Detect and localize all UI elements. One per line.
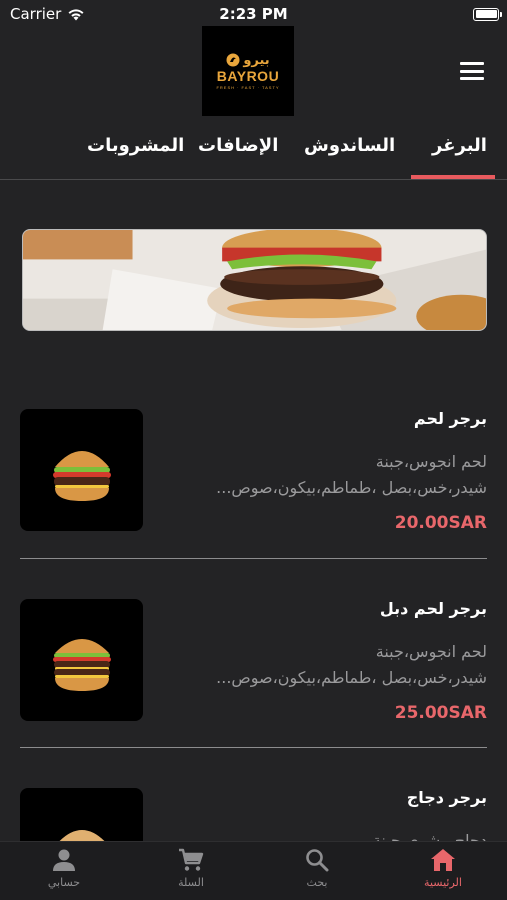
nav-home-label: الرئيسية [424, 876, 462, 889]
promo-banner[interactable] [22, 229, 487, 331]
product-price: 25.00SAR [394, 703, 487, 723]
home-icon [431, 849, 455, 871]
logo-arabic-text: بيرو [243, 52, 270, 68]
tab-sandwich[interactable]: الساندوش [304, 135, 395, 156]
nav-search-label: بحث [306, 876, 328, 889]
product-name: برجر لحم [413, 409, 487, 428]
product-card[interactable]: برجر لحم دبل لحم انجوس،جبنة شيدر،خس،بصل … [20, 599, 487, 723]
product-description-line: دجاج مشوي،جبنة [372, 831, 487, 841]
hamburger-menu-icon[interactable] [460, 62, 484, 80]
bottom-navigation: الرئيسية بحث السلة حسابي [0, 841, 507, 900]
nav-search[interactable]: بحث [267, 848, 367, 889]
tab-drinks[interactable]: المشروبات [87, 135, 184, 156]
product-image [20, 788, 143, 841]
logo-brand-text: BAYROU [216, 67, 280, 84]
nav-account[interactable]: حسابي [14, 848, 114, 889]
nav-cart[interactable]: السلة [141, 848, 241, 889]
burger-icon [52, 451, 111, 501]
product-card[interactable]: برجر دجاج دجاج مشوي،جبنة [20, 788, 487, 841]
product-description-line: شيدر،خس،بصل ،طماطم،بيكون،صوص... [216, 478, 487, 497]
product-description-line: لحم انجوس،جبنة [375, 452, 487, 471]
active-tab-indicator [411, 175, 495, 179]
category-tabs: البرغر الساندوش الإضافات المشروبات [0, 128, 507, 180]
nav-cart-label: السلة [178, 876, 204, 889]
product-name: برجر دجاج [406, 788, 487, 807]
status-time: 2:23 PM [219, 5, 288, 23]
cart-icon [179, 848, 204, 871]
burger-icon [59, 830, 104, 841]
tab-burger[interactable]: البرغر [432, 135, 487, 156]
nav-account-label: حسابي [47, 876, 81, 889]
product-price: 20.00SAR [394, 513, 487, 533]
nav-home[interactable]: الرئيسية [393, 848, 493, 889]
product-description: دجاج مشوي،جبنة [162, 828, 487, 841]
person-icon [53, 849, 75, 871]
logo-mark: بيرو [226, 52, 270, 68]
product-description: لحم انجوس،جبنة شيدر،خس،بصل ،طماطم،بيكون،… [162, 449, 487, 501]
divider [20, 558, 487, 559]
banner-burger-image [23, 230, 486, 330]
search-icon [306, 849, 329, 872]
product-name: برجر لحم دبل [379, 599, 487, 618]
brand-logo: بيرو BAYROU FRESH · FAST · TASTY [202, 26, 294, 116]
logo-emblem-icon [226, 53, 240, 67]
product-card[interactable]: برجر لحم لحم انجوس،جبنة شيدر،خس،بصل ،طما… [20, 409, 487, 533]
product-description-line: شيدر،خس،بصل ،طماطم،بيكون،صوص... [216, 668, 487, 687]
tab-extras[interactable]: الإضافات [198, 135, 278, 156]
battery-icon [473, 7, 502, 21]
divider [20, 747, 487, 748]
status-bar: Carrier 2:23 PM [0, 0, 507, 28]
product-image [20, 599, 143, 721]
product-description: لحم انجوس،جبنة شيدر،خس،بصل ،طماطم،بيكون،… [162, 639, 487, 691]
product-image [20, 409, 143, 531]
burger-icon [52, 639, 111, 691]
logo-tagline: FRESH · FAST · TASTY [216, 84, 280, 90]
product-description-line: لحم انجوس،جبنة [375, 642, 487, 661]
